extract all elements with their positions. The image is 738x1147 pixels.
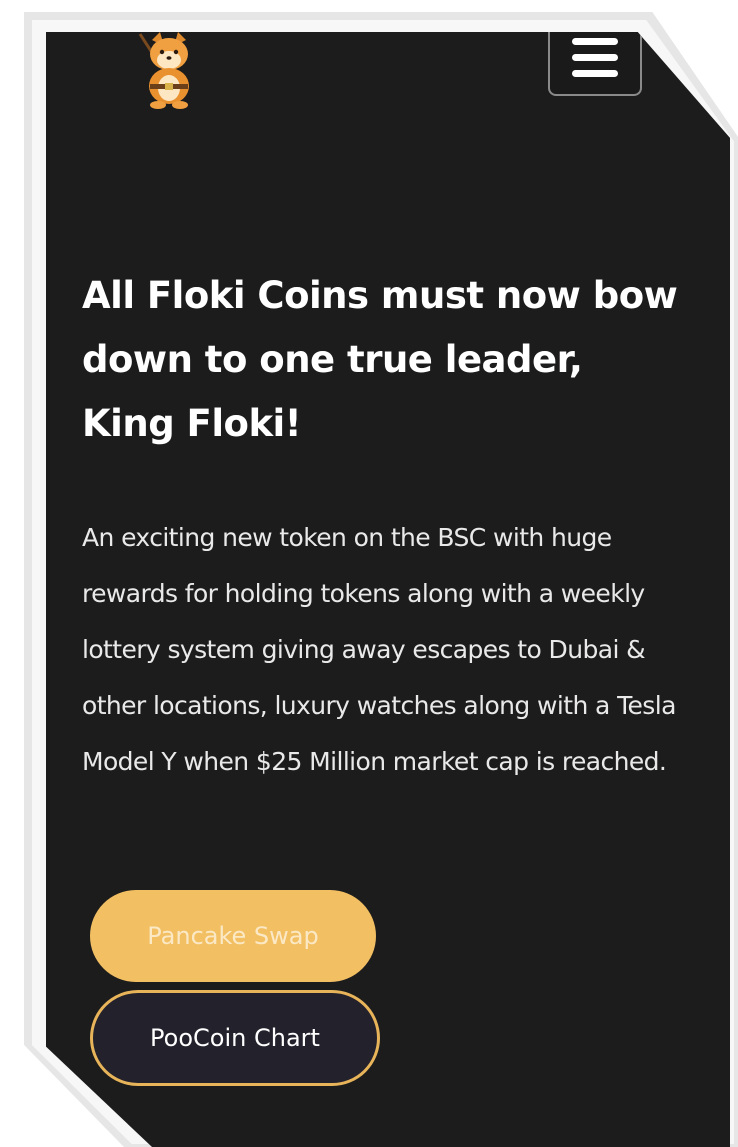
menu-bar <box>572 54 618 61</box>
menu-bar <box>572 70 618 77</box>
mobile-screen: All Floki Coins must now bow down to one… <box>46 32 730 1147</box>
hero-headline: All Floki Coins must now bow down to one… <box>82 274 678 445</box>
pancake-swap-button[interactable]: Pancake Swap <box>90 890 376 982</box>
page: All Floki Coins must now bow down to one… <box>0 0 738 1147</box>
hamburger-menu-icon[interactable] <box>548 32 642 96</box>
hero-description: An exciting new token on the BSC with hu… <box>82 523 676 776</box>
menu-bar <box>572 38 618 45</box>
poocoin-chart-button[interactable]: PooCoin Chart <box>90 990 380 1086</box>
shiba-inu-mascot-icon[interactable] <box>136 32 202 110</box>
